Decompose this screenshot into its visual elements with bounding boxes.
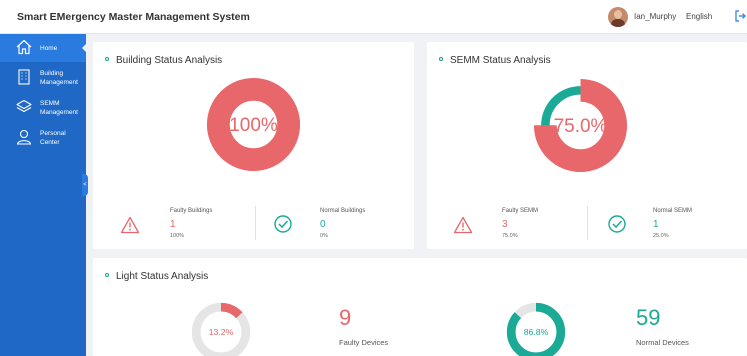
- semm-status-donut: 75.0%: [533, 78, 628, 173]
- title-bullet-icon: [105, 273, 109, 278]
- faulty-buildings-percent: 100%: [170, 233, 185, 239]
- sidebar-item-label: Home: [40, 45, 58, 52]
- normal-buildings-count: 0: [320, 219, 326, 230]
- stat-divider: [255, 206, 256, 240]
- donut-center-label: 86.8%: [524, 327, 549, 337]
- title-bullet-icon: [439, 57, 443, 62]
- normal-devices-label: Normal Devices: [636, 338, 689, 347]
- normal-light-donut: 86.8%: [506, 302, 566, 356]
- normal-buildings-percent: 0%: [320, 233, 328, 239]
- semm-status-card: SEMM Status Analysis 75.0% Faulty SEMM 3…: [427, 42, 747, 249]
- card-title: Building Status Analysis: [105, 55, 222, 66]
- light-status-card: Light Status Analysis 13.2% 9 Faulty Dev…: [93, 258, 747, 356]
- layers-icon: [16, 99, 32, 113]
- sidebar: Home Building Management SEMM Management…: [0, 34, 87, 356]
- title-bullet-icon: [105, 57, 109, 62]
- language-selector[interactable]: English: [686, 12, 712, 21]
- check-circle-icon: [608, 215, 626, 233]
- sidebar-collapse-button[interactable]: <: [82, 174, 88, 196]
- top-bar: Smart EMergency Master Management System…: [0, 0, 747, 34]
- user-icon: [16, 129, 32, 145]
- avatar-body: [611, 19, 625, 27]
- faulty-buildings-label: Faulty Buildings: [170, 208, 213, 214]
- warning-icon: [120, 216, 140, 234]
- building-icon: [18, 69, 30, 85]
- faulty-devices-label: Faulty Devices: [339, 338, 389, 347]
- sidebar-item-label: Personal Center: [40, 130, 66, 146]
- faulty-semm-label: Faulty SEMM: [502, 208, 539, 214]
- app-title: Smart EMergency Master Management System: [17, 11, 250, 23]
- sidebar-item-personal-center[interactable]: Personal Center: [0, 124, 86, 152]
- avatar-face: [614, 10, 622, 19]
- normal-buildings-label: Normal Buildings: [320, 208, 366, 214]
- faulty-buildings-count: 1: [170, 219, 176, 230]
- normal-semm-count: 1: [653, 219, 659, 230]
- sidebar-item-home[interactable]: Home: [0, 34, 87, 62]
- user-avatar[interactable]: [608, 7, 628, 27]
- check-circle-icon: [274, 215, 292, 233]
- stat-divider: [587, 206, 588, 240]
- warning-icon: [453, 216, 473, 234]
- username-link[interactable]: Ian_Murphy: [634, 12, 676, 21]
- logout-icon[interactable]: [734, 9, 746, 23]
- card-title-text: Building Status Analysis: [116, 55, 223, 66]
- active-pointer: [82, 43, 87, 53]
- sidebar-item-label: Building Management: [40, 70, 78, 86]
- donut-center-label: 100%: [229, 115, 278, 136]
- card-title-text: Light Status Analysis: [116, 271, 209, 282]
- sidebar-item-semm-management[interactable]: SEMM Management: [0, 94, 86, 122]
- building-status-donut: 100%: [206, 77, 301, 172]
- sidebar-item-building-management[interactable]: Building Management: [0, 64, 86, 92]
- home-icon: [16, 39, 32, 55]
- normal-devices-count: 59: [636, 305, 661, 330]
- normal-semm-label: Normal SEMM: [653, 208, 693, 214]
- donut-center-label: 13.2%: [209, 327, 234, 337]
- donut-center-label: 75.0%: [554, 116, 608, 137]
- card-title: SEMM Status Analysis: [439, 55, 551, 66]
- faulty-light-donut: 13.2%: [191, 302, 251, 356]
- faulty-semm-percent: 75.0%: [502, 233, 518, 239]
- card-title-text: SEMM Status Analysis: [450, 55, 551, 66]
- sidebar-item-label: SEMM Management: [40, 100, 78, 116]
- card-title: Light Status Analysis: [105, 271, 208, 282]
- building-status-card: Building Status Analysis 100% Faulty Bui…: [93, 42, 414, 249]
- faulty-semm-count: 3: [502, 219, 508, 230]
- faulty-devices-count: 9: [339, 305, 352, 330]
- normal-semm-percent: 25.0%: [653, 233, 669, 239]
